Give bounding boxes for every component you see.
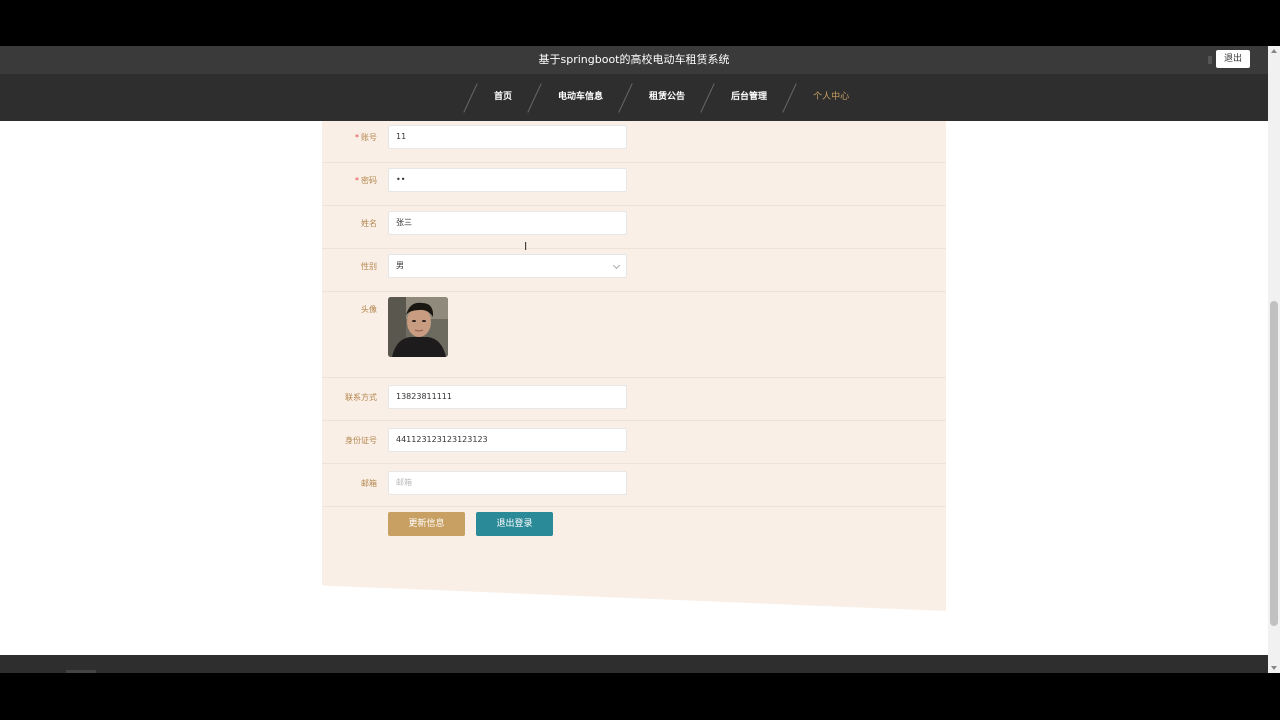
account-field[interactable]: 11 xyxy=(388,125,627,149)
site-title: 基于springboot的高校电动车租赁系统 xyxy=(538,53,730,66)
nav-list: 首页 电动车信息 租赁公告 后台管理 个人中心 xyxy=(463,74,867,121)
scroll-thumb[interactable] xyxy=(1270,301,1278,626)
password-label: * 密码 xyxy=(355,175,377,186)
nav-divider xyxy=(700,83,715,113)
phone-label: 联系方式 xyxy=(345,393,377,402)
id-card-label: 身份证号 xyxy=(345,436,377,445)
form-row-password: * 密码 •• xyxy=(322,163,946,206)
avatar-image[interactable] xyxy=(388,297,448,357)
form-row-gender: 性别 男 xyxy=(322,249,946,292)
nav-divider xyxy=(618,83,633,113)
required-mark: * xyxy=(355,133,359,142)
account-label-text: 账号 xyxy=(361,133,377,142)
id-card-field[interactable]: 441123123123123123 xyxy=(388,428,627,452)
nav-label: 首页 xyxy=(494,92,513,102)
nav-label: 个人中心 xyxy=(813,92,850,102)
nav-item-announcements[interactable]: 租赁公告 xyxy=(618,74,703,121)
page-viewport: 基于springboot的高校电动车租赁系统 退出 首页 电动车信息 租赁公告 … xyxy=(0,46,1268,673)
nav-item-vehicles[interactable]: 电动车信息 xyxy=(527,74,621,121)
nav-divider xyxy=(527,83,542,113)
gender-value: 男 xyxy=(396,261,404,270)
avatar-photo xyxy=(388,297,448,357)
nav-divider xyxy=(463,83,478,113)
nav-label: 后台管理 xyxy=(731,92,768,102)
password-label-text: 密码 xyxy=(361,176,377,185)
nav-item-home[interactable]: 首页 xyxy=(463,74,530,121)
name-field[interactable]: 张三 xyxy=(388,211,627,235)
nav-label: 租赁公告 xyxy=(649,92,686,102)
logout-button[interactable]: 退出登录 xyxy=(476,512,553,536)
form-row-id-card: 身份证号 441123123123123123 xyxy=(322,421,946,464)
top-indicator xyxy=(1208,56,1212,64)
email-label: 邮箱 xyxy=(361,479,377,488)
account-label: * 账号 xyxy=(355,132,377,143)
nav-item-admin[interactable]: 后台管理 xyxy=(700,74,785,121)
text-cursor-icon: I xyxy=(524,240,528,253)
update-info-button[interactable]: 更新信息 xyxy=(388,512,465,536)
footer-mark xyxy=(66,670,96,673)
nav-label: 电动车信息 xyxy=(558,92,604,102)
chevron-down-icon xyxy=(612,261,621,270)
required-mark: * xyxy=(355,176,359,185)
form-row-email: 邮箱 邮箱 xyxy=(322,464,946,507)
form-row-avatar: 头像 xyxy=(322,292,946,378)
nav-item-profile[interactable]: 个人中心 xyxy=(782,74,867,121)
main-nav: 首页 电动车信息 租赁公告 后台管理 个人中心 xyxy=(0,74,1268,121)
email-field[interactable]: 邮箱 xyxy=(388,471,627,495)
nav-divider xyxy=(782,83,797,113)
page-scrollbar[interactable] xyxy=(1268,46,1280,673)
scroll-down-icon[interactable] xyxy=(1271,666,1277,670)
password-field[interactable]: •• xyxy=(388,168,627,192)
gender-select[interactable]: 男 xyxy=(388,254,627,278)
avatar-label: 头像 xyxy=(361,305,377,314)
page-footer xyxy=(0,655,1268,673)
form-row-account: * 账号 11 xyxy=(322,121,946,163)
form-panel-tail xyxy=(322,581,946,611)
header-logout-button[interactable]: 退出 xyxy=(1215,50,1250,68)
name-label: 姓名 xyxy=(361,219,377,228)
top-bar: 基于springboot的高校电动车租赁系统 退出 xyxy=(0,46,1268,74)
form-row-phone: 联系方式 13823811111 xyxy=(322,378,946,421)
gender-label: 性别 xyxy=(361,262,377,271)
phone-field[interactable]: 13823811111 xyxy=(388,385,627,409)
form-row-name: 姓名 张三 xyxy=(322,206,946,249)
scroll-up-icon[interactable] xyxy=(1271,49,1277,53)
